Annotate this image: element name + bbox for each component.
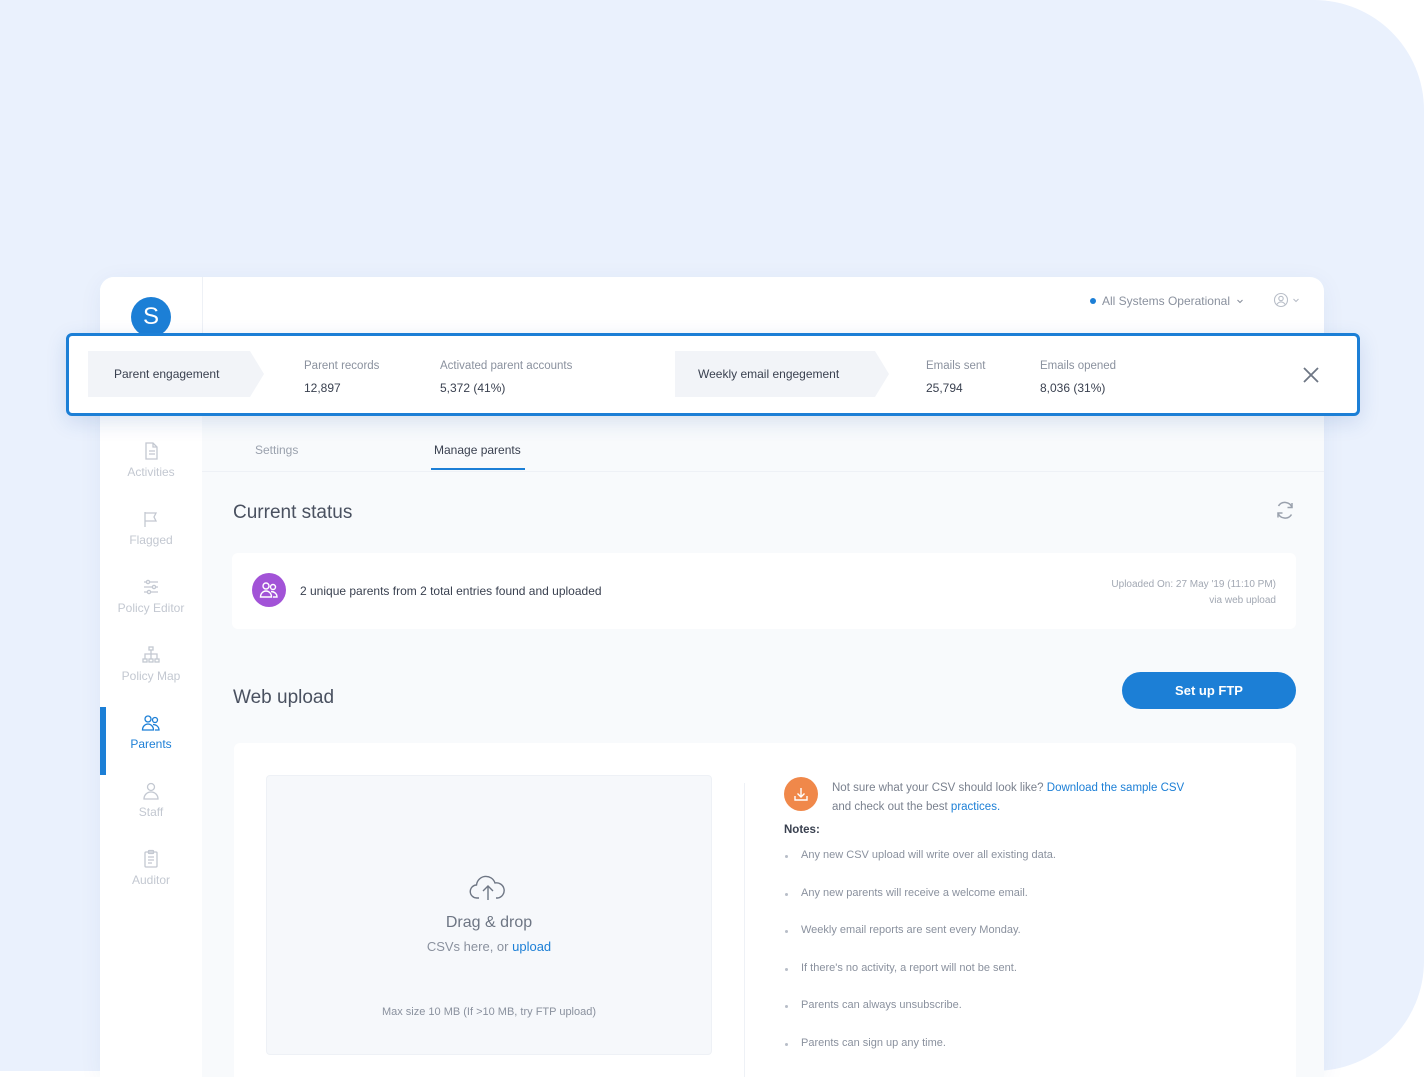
- sidebar-item-activities[interactable]: Activities: [100, 441, 202, 509]
- drop-title: Drag & drop: [445, 914, 533, 931]
- csv-dropzone[interactable]: Drag & drop CSVs here, or upload Max siz…: [266, 775, 712, 1055]
- notes-title: Notes:: [784, 824, 820, 836]
- tab-manage-parents[interactable]: Manage parents: [431, 443, 525, 470]
- stat-emails-sent: Emails sent 25,794: [926, 360, 986, 395]
- sidebar-item-label: Flagged: [129, 533, 173, 547]
- best-practices-link[interactable]: practices.: [951, 801, 1000, 813]
- csv-help-text: Not sure what your CSV should look like?…: [832, 782, 1185, 813]
- note-item: Any new parents will receive a welcome e…: [784, 887, 1056, 925]
- clipboard-icon: [144, 849, 158, 868]
- sidebar-item-staff[interactable]: Staff: [100, 781, 202, 849]
- download-sample-csv-link[interactable]: Download the sample CSV: [1047, 782, 1184, 794]
- uploaded-on: Uploaded On: 27 May '19 (11:10 PM): [1111, 579, 1276, 590]
- sidebar-item-policy-editor[interactable]: Policy Editor: [100, 577, 202, 645]
- user-avatar-icon: [1273, 292, 1289, 308]
- note-item: Parents can sign up any time.: [784, 1037, 1056, 1075]
- document-icon: [145, 442, 158, 460]
- close-button[interactable]: [1297, 361, 1325, 389]
- engagement-stats-inner: Parent engagement Parent records 12,897 …: [85, 347, 1341, 403]
- note-item: Weekly email reports are sent every Mond…: [784, 924, 1056, 962]
- weekly-email-engagement-chip[interactable]: Weekly email engegement: [675, 351, 889, 397]
- stat-activated-accounts: Activated parent accounts 5,372 (41%): [440, 360, 573, 395]
- tab-settings[interactable]: Settings: [255, 443, 298, 468]
- chevron-down-icon: [1293, 298, 1299, 303]
- flag-icon: [144, 512, 158, 527]
- sidebar-item-label: Parents: [130, 737, 172, 751]
- status-card: 2 unique parents from 2 total entries fo…: [232, 553, 1296, 629]
- refresh-icon[interactable]: [1274, 499, 1296, 521]
- max-size-note: Max size 10 MB (If >10 MB, try FTP uploa…: [381, 1006, 597, 1018]
- user-icon: [143, 782, 159, 800]
- parent-engagement-chip[interactable]: Parent engagement: [88, 351, 264, 397]
- sliders-icon: [144, 579, 158, 595]
- setup-ftp-button[interactable]: Set up FTP: [1122, 672, 1296, 709]
- upload-card: Drag & drop CSVs here, or upload Max siz…: [234, 743, 1296, 1077]
- upload-link[interactable]: upload: [512, 939, 551, 954]
- sidebar-item-parents[interactable]: Parents: [100, 707, 202, 781]
- drop-subtitle: CSVs here, or upload: [426, 939, 552, 954]
- parents-badge: [252, 573, 286, 607]
- status-dot-icon: [1089, 298, 1096, 304]
- stat-emails-opened: Emails opened 8,036 (31%): [1040, 360, 1117, 395]
- tab-bar: Settings Manage parents: [202, 413, 1324, 472]
- top-bar: All Systems Operational: [202, 277, 1324, 333]
- web-upload-title: Web upload: [233, 687, 335, 708]
- note-item: If there's no activity, a report will no…: [784, 962, 1056, 1000]
- status-message: 2 unique parents from 2 total entries fo…: [300, 584, 602, 598]
- sidebar-item-flagged[interactable]: Flagged: [100, 509, 202, 577]
- user-menu[interactable]: [1273, 292, 1300, 308]
- main-content: Settings Manage parents Current status 2…: [202, 413, 1324, 1077]
- cloud-upload-icon: [469, 875, 505, 900]
- upload-meta: Uploaded On: 27 May '19 (11:10 PM) via w…: [1111, 577, 1276, 609]
- parents-icon: [259, 582, 278, 598]
- parents-icon: [141, 715, 160, 731]
- sidebar-item-auditor[interactable]: Auditor: [100, 849, 202, 917]
- upload-method: via web upload: [1209, 595, 1276, 606]
- hierarchy-icon: [142, 646, 160, 663]
- note-item: Parents can always unsubscribe.: [784, 999, 1056, 1037]
- download-icon: [794, 788, 808, 801]
- app-logo[interactable]: S: [131, 297, 171, 337]
- sidebar-item-label: Activities: [127, 465, 175, 479]
- stat-parent-records: Parent records 12,897: [304, 360, 380, 395]
- chevron-down-icon: [1237, 299, 1243, 304]
- engagement-stats-bar: Parent engagement Parent records 12,897 …: [66, 333, 1360, 416]
- divider: [744, 783, 745, 1077]
- csv-download-badge: [784, 777, 818, 811]
- close-icon: [1303, 367, 1319, 383]
- sidebar-item-label: Auditor: [131, 873, 171, 887]
- sidebar-item-label: Staff: [138, 805, 164, 819]
- system-status-text: All Systems Operational: [1101, 294, 1230, 308]
- sidebar-item-label: Policy Map: [121, 669, 181, 683]
- note-item: Any new CSV upload will write over all e…: [784, 849, 1056, 887]
- sidebar-item-policy-map[interactable]: Policy Map: [100, 645, 202, 713]
- notes-list: Any new CSV upload will write over all e…: [784, 849, 1056, 1074]
- sidebar-item-label: Policy Editor: [117, 601, 185, 615]
- system-status-dropdown[interactable]: All Systems Operational: [1089, 294, 1244, 308]
- current-status-title: Current status: [233, 502, 353, 523]
